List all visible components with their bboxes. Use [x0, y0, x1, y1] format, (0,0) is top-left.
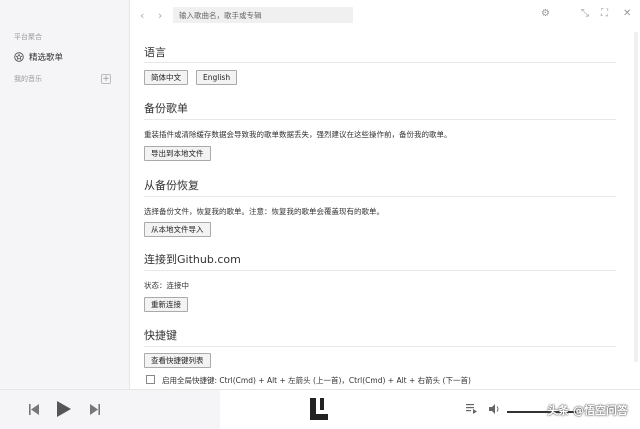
next-track-icon[interactable] — [90, 404, 100, 415]
divider — [144, 270, 616, 271]
sidebar-group-my-music: 我的音乐 — [14, 75, 42, 83]
search-input[interactable] — [173, 7, 353, 23]
language-option-english-button[interactable]: English — [196, 70, 238, 85]
divider — [144, 62, 616, 63]
section-title-restore: 从备份恢复 — [144, 179, 199, 192]
language-option-chinese-button[interactable]: 简体中文 — [144, 70, 188, 85]
gear-icon[interactable]: ⚙ — [541, 8, 550, 19]
export-to-local-file-button[interactable]: 导出到本地文件 — [144, 146, 211, 161]
star-icon — [14, 52, 24, 62]
global-shortcut-checkbox[interactable] — [146, 375, 155, 384]
settings-panel: 语言 简体中文 English 备份歌单 重装插件或清除缓存数据会导致我的歌单数… — [131, 30, 640, 389]
playlist-queue-icon[interactable] — [466, 404, 477, 414]
volume-icon[interactable] — [489, 404, 500, 414]
sidebar-item-featured-playlist[interactable]: 精选歌单 — [14, 51, 63, 63]
import-from-local-file-button[interactable]: 从本地文件导入 — [144, 222, 211, 237]
view-shortcut-list-button[interactable]: 查看快捷键列表 — [144, 353, 211, 368]
maximize-icon[interactable]: ⛶ — [601, 8, 608, 19]
player-bar: 头条 @悟空问答 — [0, 389, 640, 429]
section-title-github: 连接到Github.com — [144, 253, 241, 266]
section-title-backup: 备份歌单 — [144, 102, 188, 115]
section-title-shortcuts: 快捷键 — [144, 329, 177, 342]
divider — [144, 346, 616, 347]
top-bar: ‹ › ⚙ ⤡ ⛶ ✕ — [131, 0, 640, 30]
backup-description: 重装插件或清除缓存数据会导致我的歌单数据丢失，强烈建议在这些操作前，备份我的歌单… — [144, 130, 452, 139]
reconnect-button[interactable]: 重新连接 — [144, 297, 188, 312]
divider — [144, 196, 616, 197]
sidebar-group-platform: 平台聚合 — [14, 33, 42, 41]
add-playlist-button[interactable]: + — [101, 74, 111, 84]
watermark: 头条 @悟空问答 — [547, 404, 628, 417]
play-icon[interactable] — [57, 401, 71, 417]
close-icon[interactable]: ✕ — [623, 8, 631, 19]
restore-description: 选择备份文件，恢复我的歌单。注意：恢复我的歌单会覆盖现有的歌单。 — [144, 207, 384, 216]
back-arrow-icon[interactable]: ‹ — [140, 9, 144, 22]
sidebar-item-label: 精选歌单 — [29, 53, 64, 63]
scrollbar[interactable] — [634, 32, 638, 362]
sidebar: 平台聚合 精选歌单 我的音乐 + — [0, 0, 130, 389]
forward-arrow-icon[interactable]: › — [158, 9, 162, 22]
previous-track-icon[interactable] — [29, 404, 39, 415]
app-logo-icon — [310, 398, 328, 420]
section-title-language: 语言 — [144, 46, 166, 59]
minimize-icon[interactable]: ⤡ — [581, 8, 589, 19]
divider — [144, 119, 616, 120]
global-shortcut-label: 启用全局快捷键: Ctrl(Cmd) + Alt + 左箭头 (上一首)，Ctr… — [162, 376, 471, 385]
github-status: 状态：连接中 — [144, 281, 189, 290]
